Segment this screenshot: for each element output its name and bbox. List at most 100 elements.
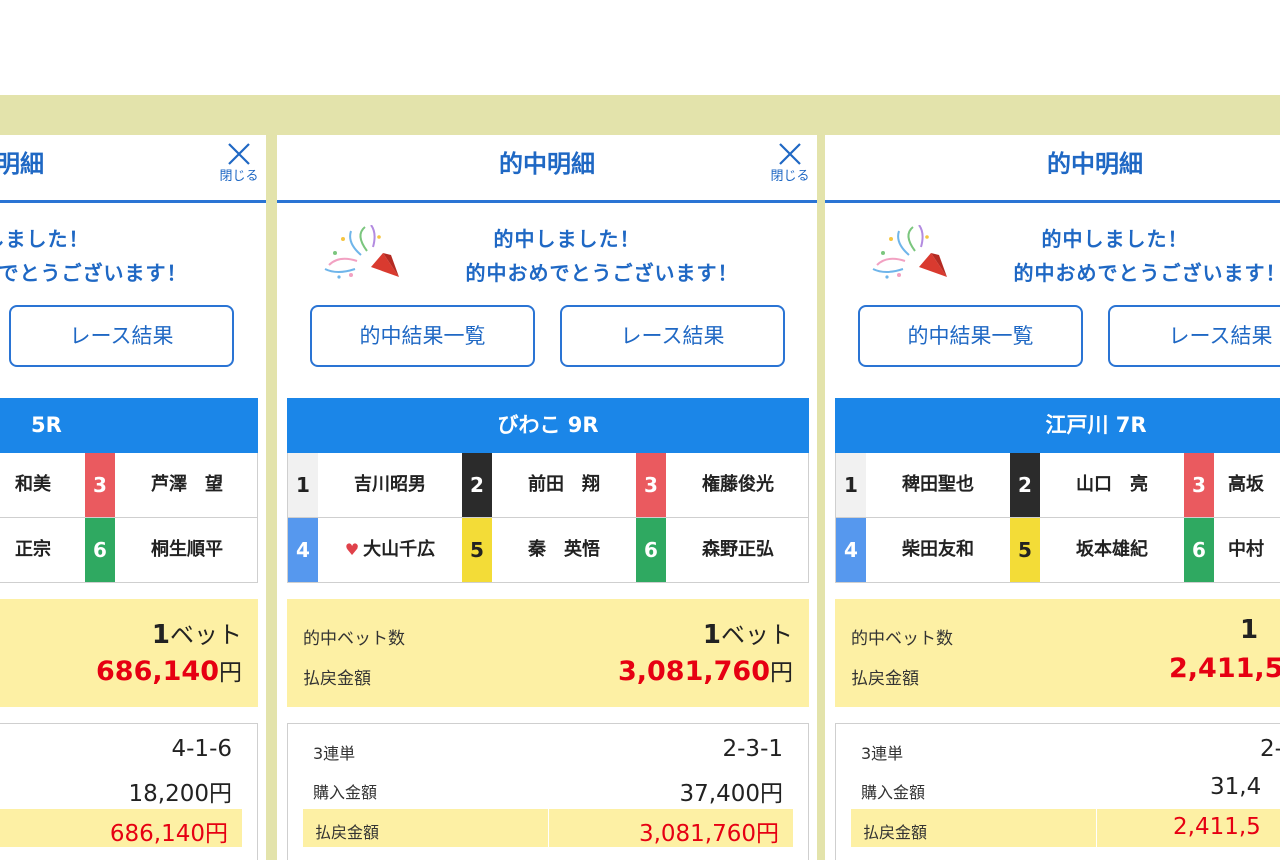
divider <box>1096 809 1097 847</box>
racer-4: 4 ♥ 大山千広 <box>288 518 462 582</box>
racer-5: 5 秦 英悟 <box>462 518 636 582</box>
racer-2: 2和美 <box>0 453 85 517</box>
racer-name: 坂本雄紀 <box>1076 539 1148 560</box>
racer-3: 3 権藤俊光 <box>636 453 810 517</box>
racer-number: 1 <box>288 453 318 517</box>
payout-label: 払戻金額 <box>303 669 371 689</box>
racer-2: 2 前田 翔 <box>462 453 636 517</box>
racer-1: 1 稗田聖也 <box>836 453 1010 517</box>
racer-3: 3 高坂 <box>1184 453 1280 517</box>
payout-label: 払戻金額 <box>851 669 919 689</box>
racer-name: 和美 <box>15 474 51 495</box>
racer-name: 桐生順平 <box>151 539 223 560</box>
payout-row: 払戻金額 686,140円 <box>0 809 242 847</box>
racer-number: 1 <box>836 453 866 517</box>
racer-5: 5 坂本雄紀 <box>1010 518 1184 582</box>
hit-detail-card-right: 的中明細 的中しました！ 的中おめでとうございます！ 的中結果一覧 レース結果 … <box>825 135 1280 860</box>
racer-grid: 1 稗田聖也 2 山口 亮 3 高坂 4 柴田友和 5 坂本雄紀 6 中村 <box>835 453 1280 583</box>
hit-bets-label: 的中ベット数 <box>303 629 405 649</box>
race-result-button[interactable]: レース結果 <box>560 305 785 367</box>
racer-name: 山口 亮 <box>1076 474 1148 495</box>
payout-amount: 686,140円 <box>109 821 228 847</box>
racer-grid: 1 2和美 3芦澤 望 4 5正宗 6桐生順平 <box>0 453 258 583</box>
purchase-amount: 37,400円 <box>679 781 783 807</box>
hit-bets-label: 的中ベット数 <box>851 629 953 649</box>
racer-3: 3 芦澤 望 <box>85 453 259 517</box>
congrats-message: 的中しました！ 的中おめでとうございます！ <box>825 219 1280 289</box>
hit-bets-number: 1 <box>1240 615 1259 645</box>
close-icon <box>228 143 250 165</box>
card-header: 的中明細 閉じる <box>0 135 266 203</box>
modal-carousel[interactable]: 的中明細 閉じる 的中しました！ 的中おめでとうございます！ 的中結果一覧 レー… <box>0 95 1280 860</box>
congrats-line-1: 的中しました！ <box>493 227 641 251</box>
racer-number: 3 <box>636 453 666 517</box>
hit-bets-number: 1 <box>151 620 170 650</box>
racer-name: 権藤俊光 <box>702 474 774 495</box>
racer-name: 芦澤 望 <box>151 474 223 495</box>
payout-total: 3,081,760円 <box>618 653 793 687</box>
combination: 4-1-6 <box>171 736 233 762</box>
combination: 2-3-1 <box>722 736 784 762</box>
race-title: 5R <box>0 398 258 453</box>
bet-type: 3連単 <box>313 744 356 763</box>
race-result-button[interactable]: レース結果 <box>1108 305 1280 367</box>
card-header: 的中明細 <box>825 135 1280 203</box>
hit-results-list-button[interactable]: 的中結果一覧 <box>310 305 535 367</box>
hit-summary: 的中ベット数 払戻金額 1ベット 3,081,760円 <box>287 599 809 707</box>
close-icon <box>779 143 801 165</box>
close-button[interactable]: 閉じる <box>763 141 817 197</box>
racer-name: 高坂 <box>1228 474 1264 495</box>
racer-name: 柴田友和 <box>902 539 974 560</box>
racer-name: 森野正弘 <box>702 539 774 560</box>
purchase-amount: 18,200円 <box>128 781 232 807</box>
racer-number: 4 <box>836 518 866 582</box>
racer-name: 秦 英悟 <box>528 539 600 560</box>
payout-amount: 2,411,5 <box>1173 814 1261 840</box>
congrats-line-2: 的中おめでとうございます！ <box>465 261 739 285</box>
close-button[interactable]: 閉じる <box>212 141 266 197</box>
hit-bets-count: 1ベット <box>152 615 242 650</box>
racer-name: ♥ 大山千広 <box>320 518 460 582</box>
yen-unit: 円 <box>770 660 793 686</box>
race-result-button[interactable]: レース結果 <box>9 305 234 367</box>
race-title: 江戸川 7R <box>835 398 1280 453</box>
card-title: 的中明細 <box>499 150 595 178</box>
racer-name-text: 大山千広 <box>363 539 436 560</box>
payout-row: 払戻金額 2,411,5 <box>851 809 1280 847</box>
purchase-label: 購入金額 <box>861 783 926 802</box>
heart-icon: ♥ <box>344 540 360 559</box>
card-title: 的中明細 <box>1047 150 1143 178</box>
payout-total: 2,411,5 <box>1169 653 1280 684</box>
yen-unit: 円 <box>219 660 242 686</box>
hit-results-list-button[interactable]: 的中結果一覧 <box>858 305 1083 367</box>
payout-amount: 3,081,760円 <box>638 821 779 847</box>
racer-number: 5 <box>1010 518 1040 582</box>
congrats-line-2: 的中おめでとうございます！ <box>0 261 188 285</box>
racer-number: 3 <box>1184 453 1214 517</box>
bet-unit: ベット <box>170 621 242 649</box>
racer-number: 5 <box>462 518 492 582</box>
card-header: 的中明細 閉じる <box>277 135 817 203</box>
payout-number: 2,411,5 <box>1169 653 1280 684</box>
combination: 2- <box>1260 736 1280 762</box>
racer-1: 1 吉川昭男 <box>288 453 462 517</box>
racer-number: 6 <box>85 518 115 582</box>
racer-name: 前田 翔 <box>528 474 600 495</box>
hit-bets-number: 1 <box>702 620 721 650</box>
hit-detail-card-left: 的中明細 閉じる 的中しました！ 的中おめでとうございます！ 的中結果一覧 レー… <box>0 135 266 860</box>
racer-number: 4 <box>288 518 318 582</box>
hit-bets-count: 1 <box>1240 615 1258 645</box>
purchase-amount: 31,4 <box>1210 774 1262 800</box>
hit-summary: 的中ベット数 払戻金額 1ベット 686,140円 <box>0 599 258 707</box>
hit-bets-count: 1ベット <box>703 615 793 650</box>
payout-number: 3,081,760 <box>617 656 770 687</box>
close-label: 閉じる <box>770 169 810 184</box>
congrats-line-2: 的中おめでとうございます！ <box>1013 261 1280 285</box>
racer-grid: 1 吉川昭男 2 前田 翔 3 権藤俊光 4 ♥ 大山千広 5秦 英悟 6 森野正弘 <box>287 453 809 583</box>
close-label: 閉じる <box>219 169 259 184</box>
racer-name: 吉川昭男 <box>354 474 426 495</box>
bet-type: 3連単 <box>861 744 904 763</box>
racer-number: 3 <box>85 453 115 517</box>
racer-6: 6 桐生順平 <box>85 518 259 582</box>
hit-summary: 的中ベット数 払戻金額 1 2,411,5 <box>835 599 1280 707</box>
